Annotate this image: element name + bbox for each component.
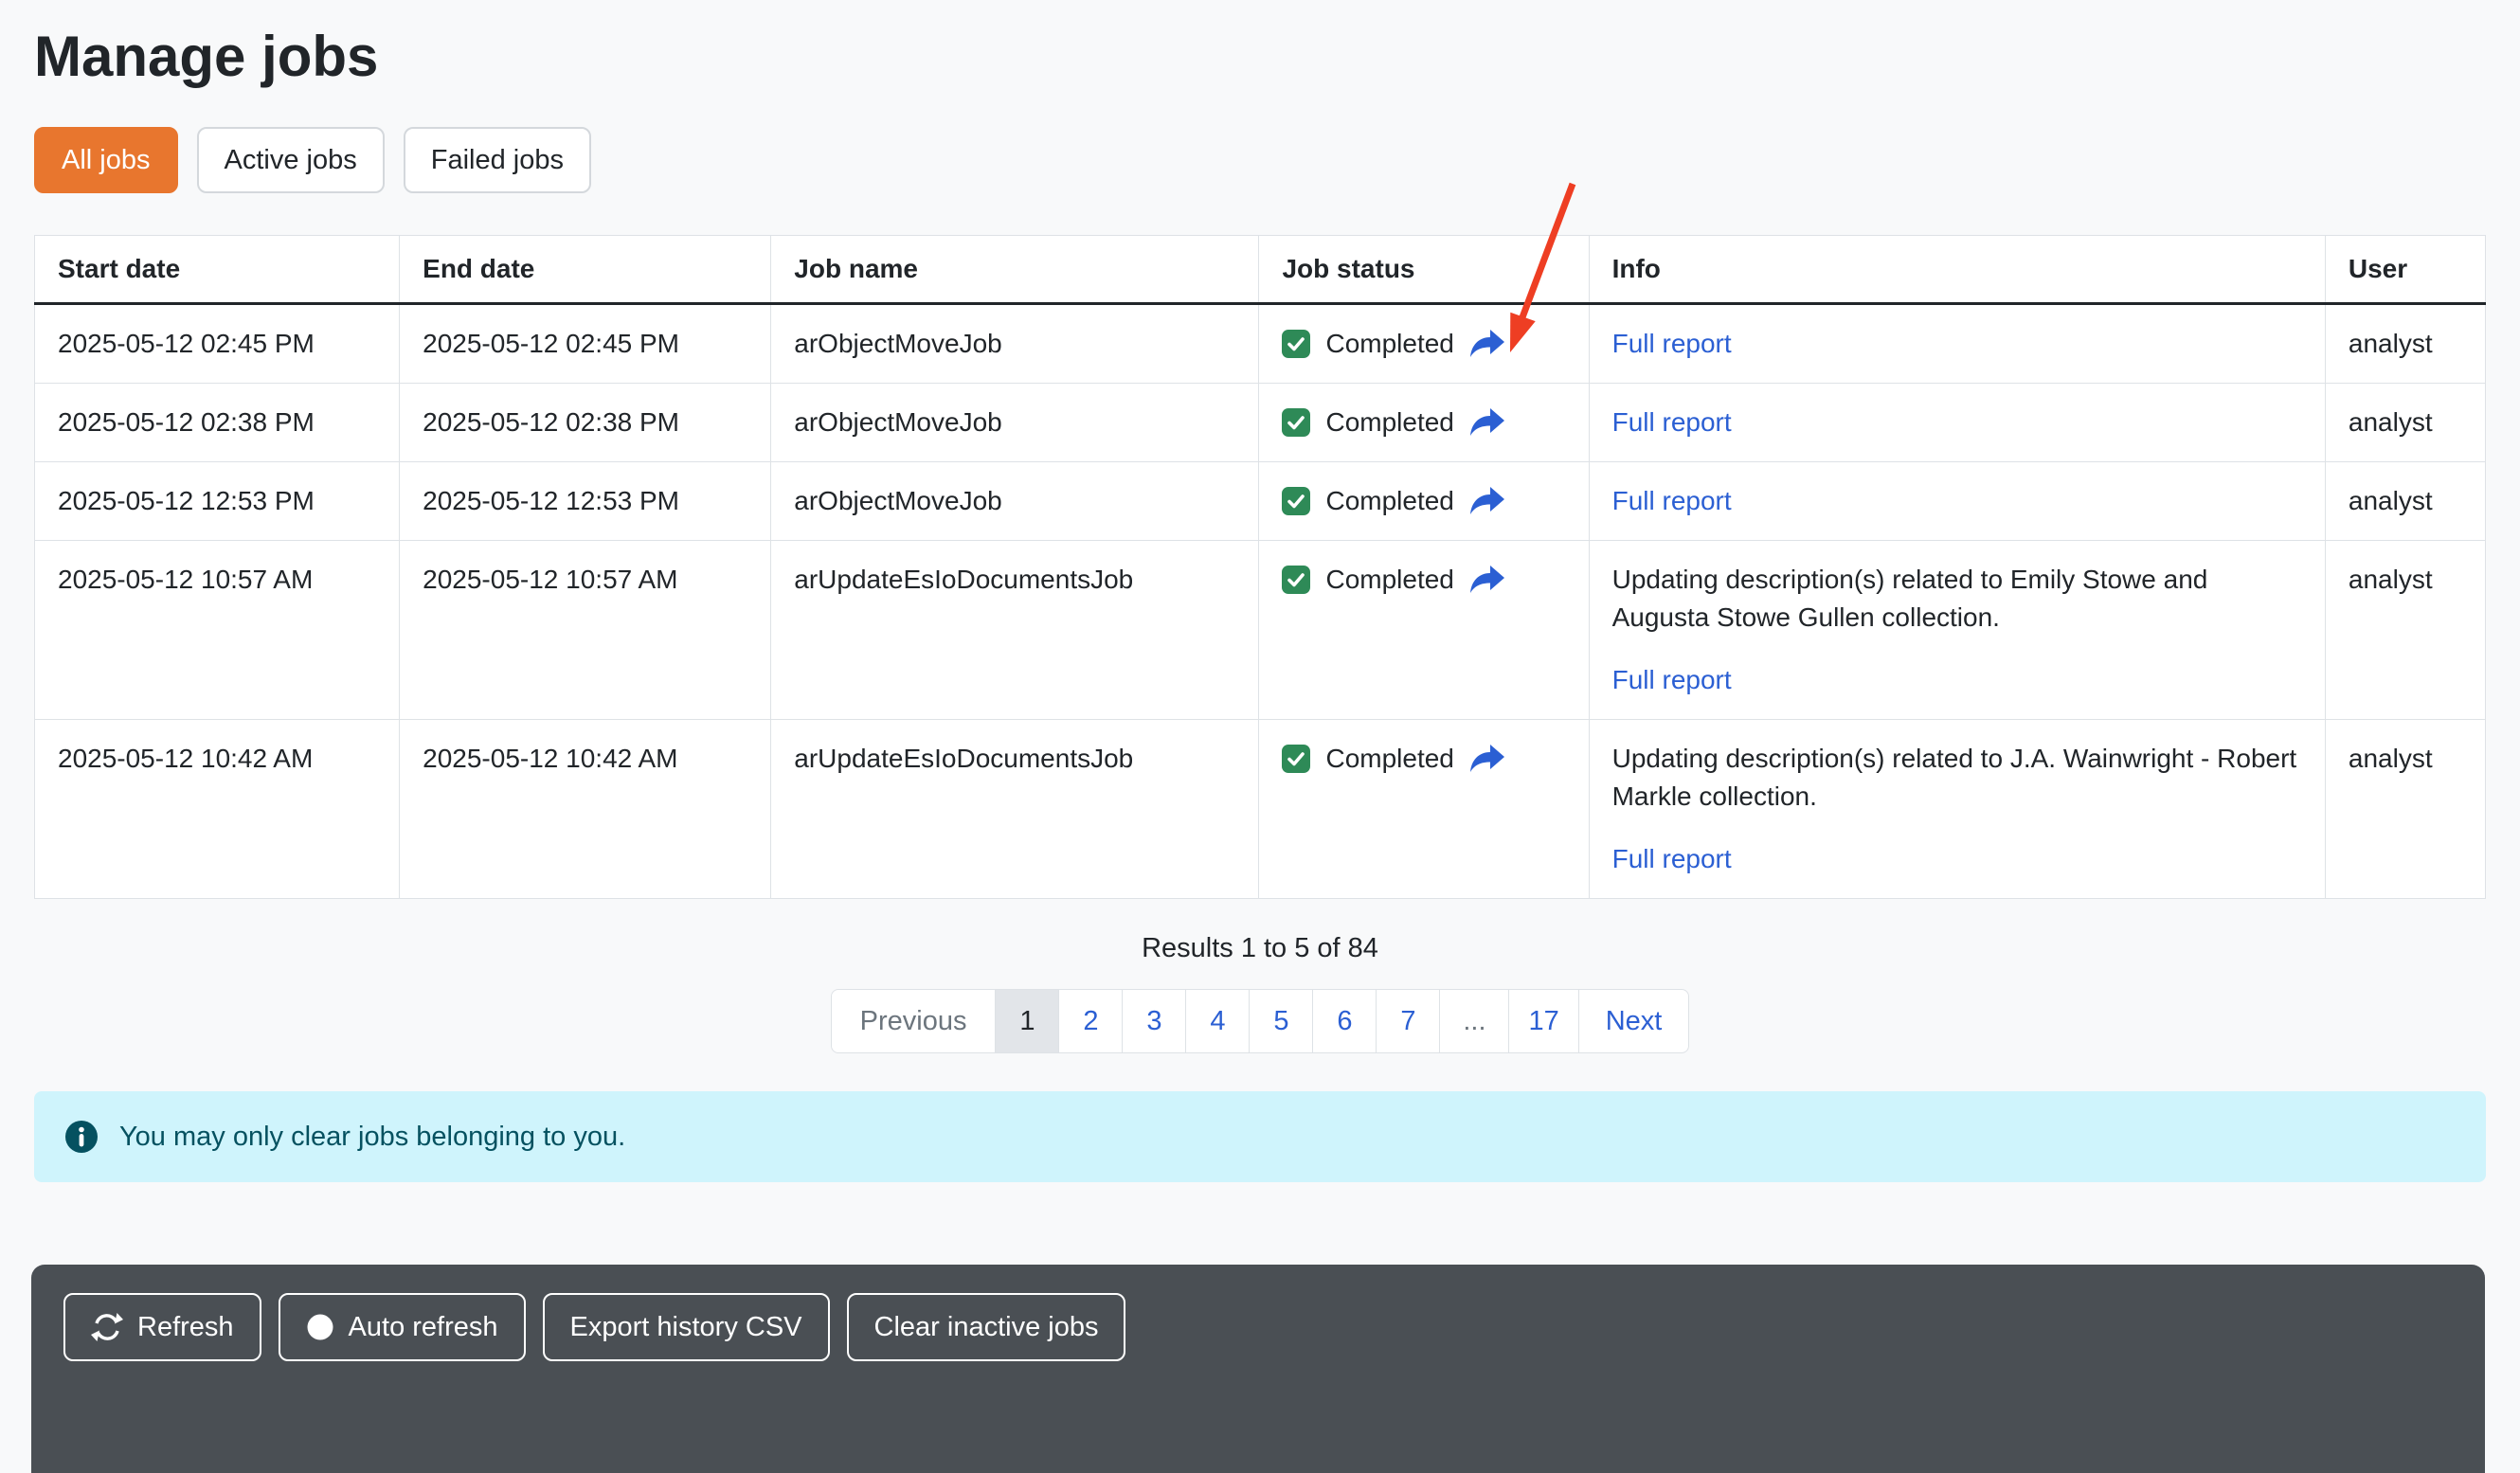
check-icon	[1282, 566, 1310, 594]
export-history-csv-button[interactable]: Export history CSV	[543, 1293, 830, 1361]
refresh-icon	[91, 1311, 123, 1343]
filter-failed-jobs[interactable]: Failed jobs	[404, 127, 591, 193]
end-date-cell: 2025-05-12 10:57 AM	[400, 541, 771, 720]
info-banner-text: You may only clear jobs belonging to you…	[119, 1122, 625, 1153]
column-header-info: Info	[1589, 236, 2325, 304]
auto-refresh-button[interactable]: Auto refresh	[279, 1293, 526, 1361]
pagination-ellipsis: ...	[1439, 989, 1509, 1053]
pagination-previous: Previous	[831, 989, 997, 1053]
job-name-cell: arUpdateEsIoDocumentsJob	[771, 720, 1259, 899]
pagination-next[interactable]: Next	[1578, 989, 1690, 1053]
full-report-link[interactable]: Full report	[1612, 840, 1732, 878]
info-cell: Updating description(s) related to Emily…	[1589, 541, 2325, 720]
column-header-end-date: End date	[400, 236, 771, 304]
start-date-cell: 2025-05-12 02:38 PM	[35, 384, 400, 462]
job-status-cell: Completed	[1259, 462, 1589, 541]
check-icon	[1282, 745, 1310, 773]
full-report-link[interactable]: Full report	[1612, 325, 1732, 363]
pagination-page-7[interactable]: 7	[1376, 989, 1440, 1053]
results-summary: Results 1 to 5 of 84	[34, 933, 2486, 964]
table-row: 2025-05-12 02:38 PM 2025-05-12 02:38 PM …	[35, 384, 2486, 462]
info-cell: Updating description(s) related to J.A. …	[1589, 720, 2325, 899]
circle-icon	[306, 1313, 334, 1341]
auto-refresh-button-label: Auto refresh	[349, 1310, 498, 1344]
info-text: Updating description(s) related to J.A. …	[1612, 740, 2302, 816]
user-cell: analyst	[2325, 720, 2485, 899]
share-icon[interactable]	[1469, 408, 1505, 437]
filter-all-jobs[interactable]: All jobs	[34, 127, 178, 193]
pagination-page-1-active: 1	[995, 989, 1059, 1053]
table-row: 2025-05-12 10:57 AM 2025-05-12 10:57 AM …	[35, 541, 2486, 720]
clear-inactive-jobs-button[interactable]: Clear inactive jobs	[847, 1293, 1126, 1361]
user-cell: analyst	[2325, 384, 2485, 462]
job-name-cell: arUpdateEsIoDocumentsJob	[771, 541, 1259, 720]
column-header-job-name: Job name	[771, 236, 1259, 304]
user-cell: analyst	[2325, 462, 2485, 541]
status-label: Completed	[1325, 561, 1453, 599]
full-report-link[interactable]: Full report	[1612, 482, 1732, 520]
check-icon	[1282, 487, 1310, 515]
job-status-cell: Completed	[1259, 720, 1589, 899]
page-title: Manage jobs	[34, 23, 2486, 91]
info-cell: Full report	[1589, 462, 2325, 541]
start-date-cell: 2025-05-12 02:45 PM	[35, 304, 400, 384]
pagination-page-5[interactable]: 5	[1249, 989, 1313, 1053]
pagination: Previous 1 2 3 4 5 6 7 ... 17 Next	[34, 989, 2486, 1053]
full-report-link[interactable]: Full report	[1612, 404, 1732, 441]
pagination-page-3[interactable]: 3	[1122, 989, 1186, 1053]
status-label: Completed	[1325, 404, 1453, 441]
start-date-cell: 2025-05-12 10:42 AM	[35, 720, 400, 899]
pagination-page-17[interactable]: 17	[1508, 989, 1578, 1053]
job-name-cell: arObjectMoveJob	[771, 462, 1259, 541]
jobs-table: Start date End date Job name Job status …	[34, 235, 2486, 899]
share-icon[interactable]	[1469, 745, 1505, 773]
table-row: 2025-05-12 12:53 PM 2025-05-12 12:53 PM …	[35, 462, 2486, 541]
status-label: Completed	[1325, 482, 1453, 520]
export-history-csv-label: Export history CSV	[570, 1310, 802, 1344]
info-text: Updating description(s) related to Emily…	[1612, 561, 2302, 637]
column-header-user: User	[2325, 236, 2485, 304]
job-filter-tabs: All jobs Active jobs Failed jobs	[34, 127, 2486, 193]
pagination-page-2[interactable]: 2	[1058, 989, 1123, 1053]
end-date-cell: 2025-05-12 12:53 PM	[400, 462, 771, 541]
share-icon[interactable]	[1469, 566, 1505, 594]
end-date-cell: 2025-05-12 02:45 PM	[400, 304, 771, 384]
user-cell: analyst	[2325, 304, 2485, 384]
column-header-job-status: Job status	[1259, 236, 1589, 304]
end-date-cell: 2025-05-12 02:38 PM	[400, 384, 771, 462]
info-cell: Full report	[1589, 304, 2325, 384]
manage-jobs-page: Manage jobs All jobs Active jobs Failed …	[0, 23, 2520, 1182]
refresh-button[interactable]: Refresh	[63, 1293, 261, 1361]
check-icon	[1282, 408, 1310, 437]
table-header-row: Start date End date Job name Job status …	[35, 236, 2486, 304]
filter-active-jobs[interactable]: Active jobs	[197, 127, 385, 193]
status-label: Completed	[1325, 740, 1453, 778]
job-status-cell: Completed	[1259, 304, 1589, 384]
pagination-page-4[interactable]: 4	[1185, 989, 1250, 1053]
bottom-toolbar: Refresh Auto refresh Export history CSV …	[31, 1265, 2485, 1473]
column-header-start-date: Start date	[35, 236, 400, 304]
table-row: 2025-05-12 10:42 AM 2025-05-12 10:42 AM …	[35, 720, 2486, 899]
pagination-page-6[interactable]: 6	[1312, 989, 1377, 1053]
clear-inactive-jobs-label: Clear inactive jobs	[874, 1310, 1099, 1344]
refresh-button-label: Refresh	[137, 1310, 234, 1344]
info-cell: Full report	[1589, 384, 2325, 462]
info-banner: You may only clear jobs belonging to you…	[34, 1091, 2486, 1182]
job-status-cell: Completed	[1259, 541, 1589, 720]
user-cell: analyst	[2325, 541, 2485, 720]
start-date-cell: 2025-05-12 12:53 PM	[35, 462, 400, 541]
share-icon[interactable]	[1469, 487, 1505, 515]
info-icon	[64, 1120, 99, 1154]
start-date-cell: 2025-05-12 10:57 AM	[35, 541, 400, 720]
check-icon	[1282, 330, 1310, 358]
job-name-cell: arObjectMoveJob	[771, 384, 1259, 462]
end-date-cell: 2025-05-12 10:42 AM	[400, 720, 771, 899]
job-name-cell: arObjectMoveJob	[771, 304, 1259, 384]
full-report-link[interactable]: Full report	[1612, 661, 1732, 699]
status-label: Completed	[1325, 325, 1453, 363]
share-icon[interactable]	[1469, 330, 1505, 358]
table-row: 2025-05-12 02:45 PM 2025-05-12 02:45 PM …	[35, 304, 2486, 384]
job-status-cell: Completed	[1259, 384, 1589, 462]
